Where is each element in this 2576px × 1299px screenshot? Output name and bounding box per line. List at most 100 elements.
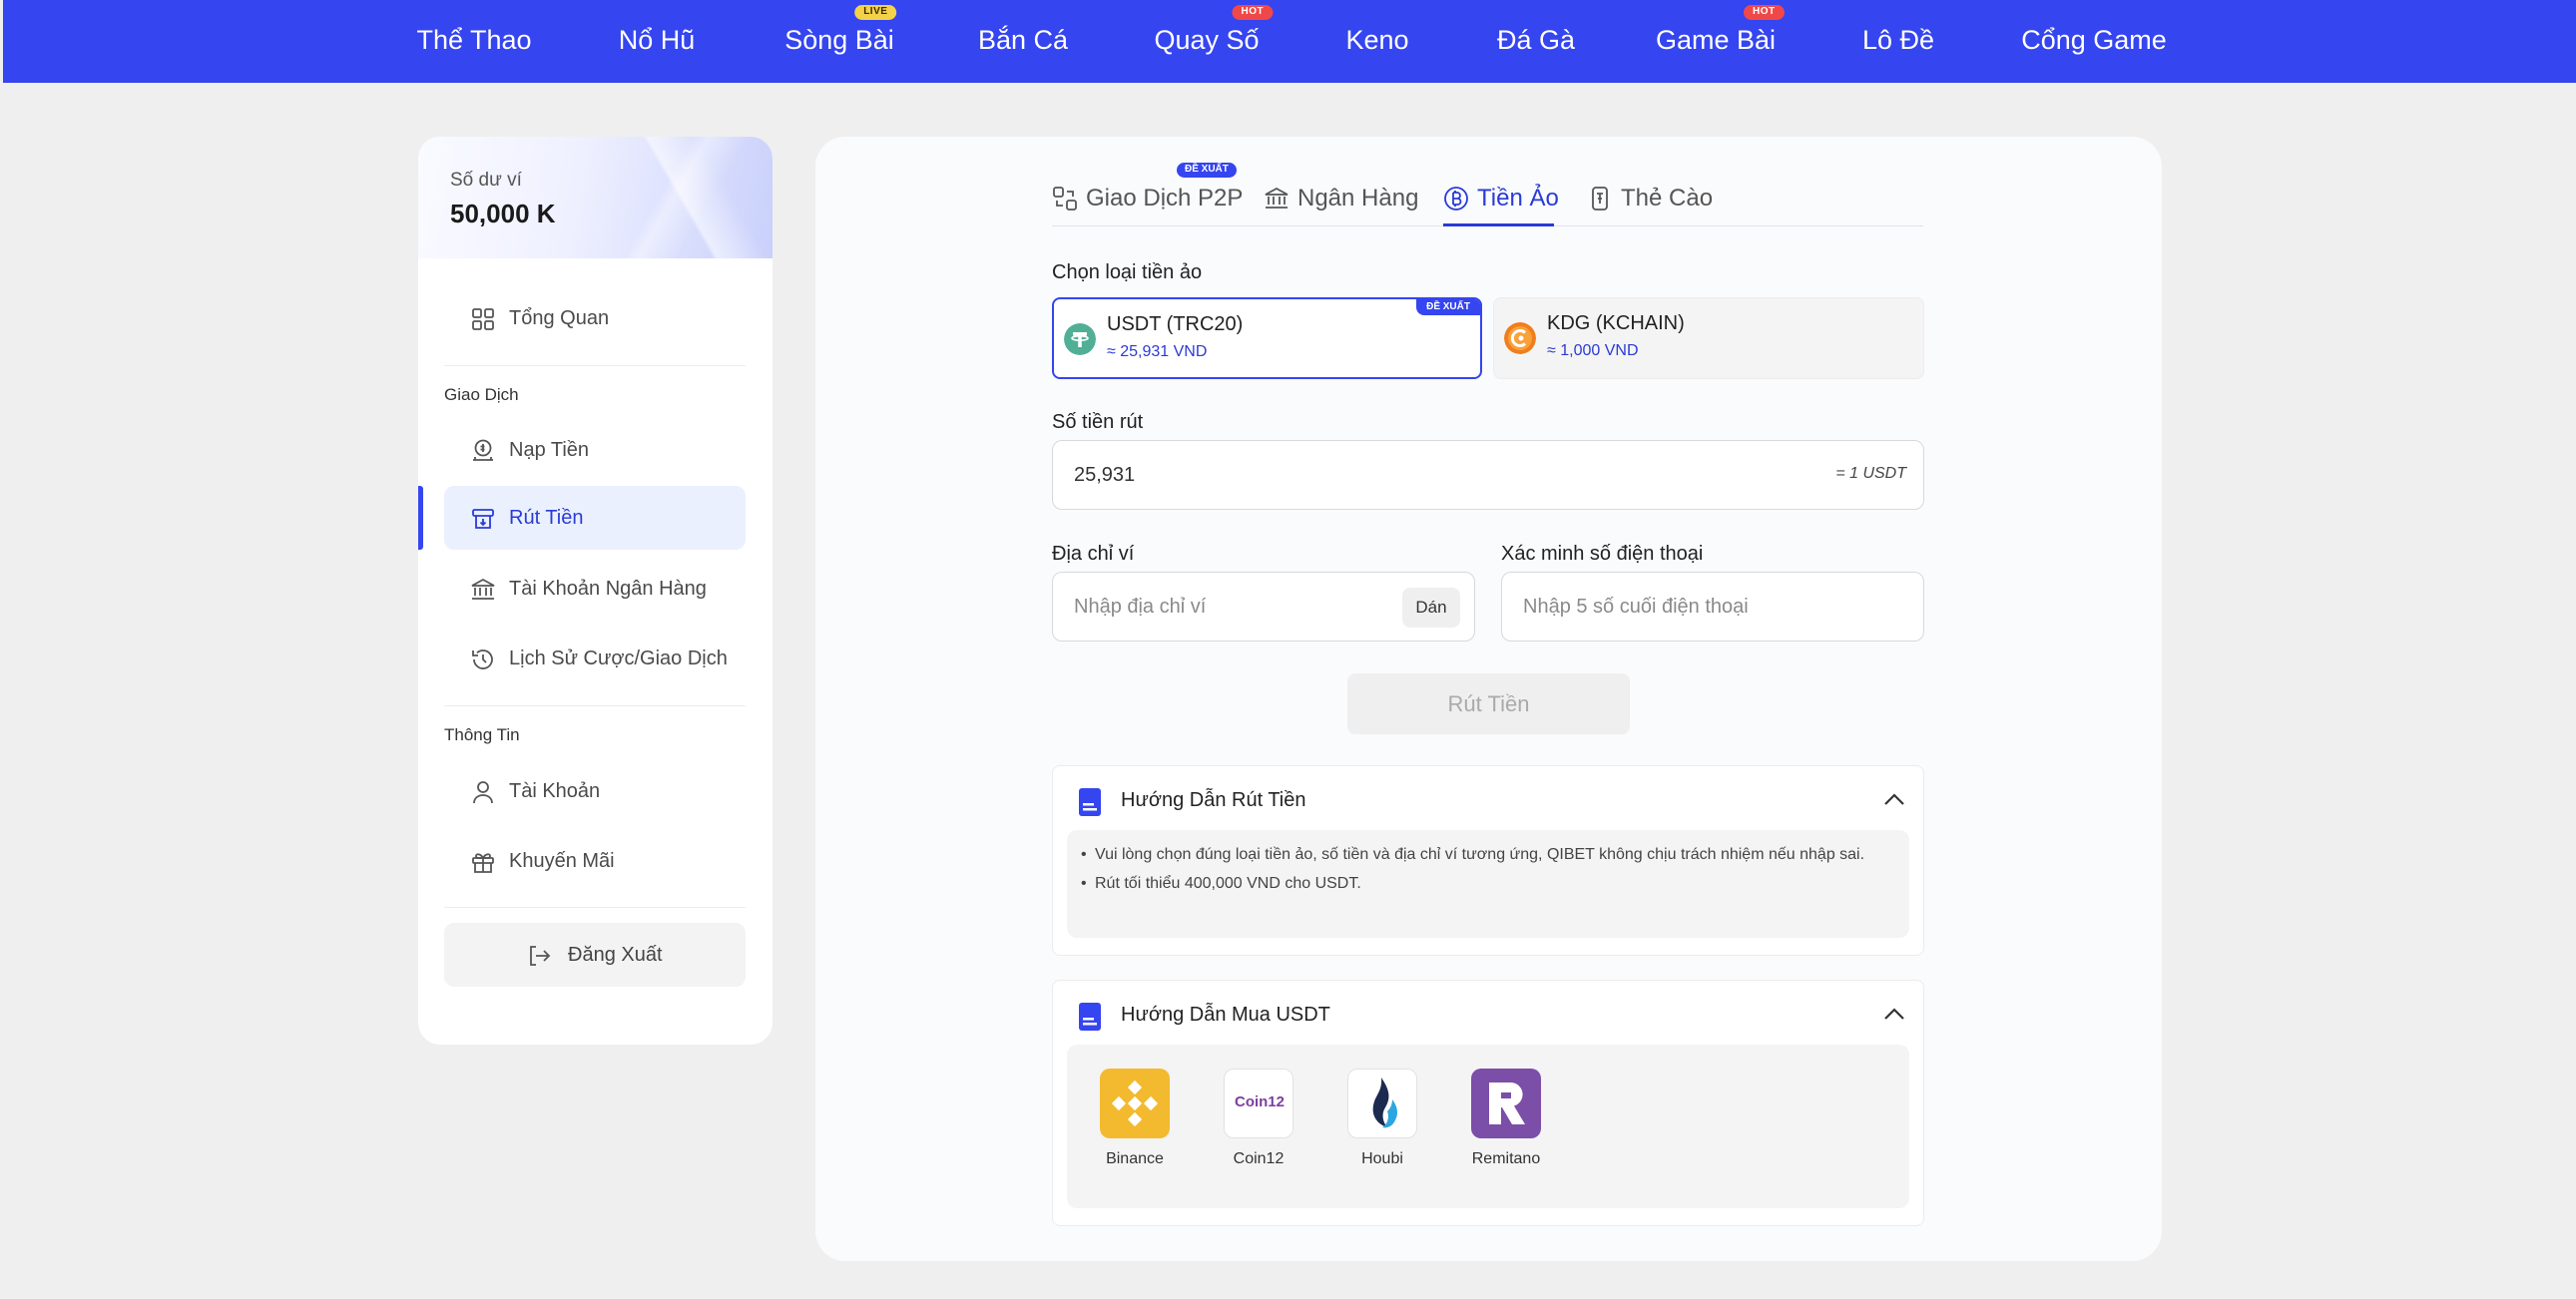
amount-unit-hint: = 1 USDT <box>1835 465 1906 482</box>
document-icon <box>1079 788 1101 816</box>
nav-label: Quay Số <box>1154 25 1260 55</box>
remitano-logo-icon <box>1471 1069 1541 1138</box>
tab-bank[interactable]: Ngân Hàng <box>1264 183 1423 226</box>
withdraw-panel: Giao Dịch P2P ĐỀ XUẤT Ngân Hàng Tiền Ảo … <box>815 137 2162 1261</box>
kdg-icon <box>1504 322 1536 354</box>
exchange-binance[interactable]: Binance <box>1095 1069 1175 1168</box>
chevron-up-icon[interactable] <box>1883 792 1905 806</box>
sidebar-item-label: Khuyến Mãi <box>509 850 615 872</box>
exchange-remitano[interactable]: Remitano <box>1466 1069 1546 1168</box>
tab-p2p[interactable]: Giao Dịch P2P <box>1052 183 1243 226</box>
divider <box>444 705 746 706</box>
exchange-houbi[interactable]: Houbi <box>1342 1069 1422 1168</box>
nav-label: Sòng Bài <box>784 25 894 55</box>
amount-label: Số tiền rút <box>1052 411 1144 433</box>
nav-item-da-ga[interactable]: Đá Gà <box>1497 0 1575 83</box>
nav-label: Lô Đề <box>1861 25 1935 55</box>
nav-item-lo-de[interactable]: Lô Đề <box>1862 0 1934 83</box>
nav-item-ban-ca[interactable]: Bắn Cá <box>978 0 1068 83</box>
balance-card-decoration <box>593 137 773 258</box>
coin-deposit-icon <box>473 439 493 461</box>
p2p-exchange-icon <box>1053 187 1077 211</box>
logout-label: Đăng Xuất <box>568 944 663 966</box>
wallet-balance-card: Số dư ví 50,000 K <box>418 137 773 258</box>
document-icon <box>1079 1003 1101 1031</box>
tab-label: Tiền Ảo <box>1477 185 1559 212</box>
bank-icon <box>471 578 495 600</box>
sidebar-item-label: Lịch Sử Cược/Giao Dịch <box>509 648 728 669</box>
user-icon <box>473 781 493 804</box>
exchange-name: Remitano <box>1471 1150 1541 1167</box>
coin-rate: ≈ 1,000 VND <box>1547 342 1639 359</box>
exchange-name: Binance <box>1106 1150 1164 1167</box>
exchange-name: Houbi <box>1361 1150 1403 1167</box>
divider <box>444 907 746 908</box>
nav-label: Keno <box>1345 25 1409 55</box>
scratch-card-icon <box>1592 187 1608 211</box>
sidebar-item-bank-account[interactable]: Tài Khoản Ngân Hàng <box>444 557 746 621</box>
exchange-list: Binance Coin12 Coin12 Houbi Remitano <box>1067 1045 1909 1208</box>
section-title-info: Thông Tin <box>444 725 520 744</box>
balance-value: 50,000 K <box>450 199 556 228</box>
gift-icon <box>472 853 494 873</box>
active-indicator <box>418 486 423 550</box>
buy-usdt-guide-title: Hướng Dẫn Mua USDT <box>1121 1004 1330 1026</box>
nav-item-game-bai[interactable]: Game Bài HOT <box>1656 0 1785 83</box>
coin-name: USDT (TRC20) <box>1107 313 1244 335</box>
sidebar-item-label: Rút Tiền <box>509 507 584 529</box>
sidebar-item-deposit[interactable]: Nạp Tiền <box>444 418 746 482</box>
nav-label: Nổ Hũ <box>618 25 696 55</box>
bank-icon <box>1265 187 1288 209</box>
balance-label: Số dư ví <box>450 170 522 191</box>
buy-usdt-guide-panel: Hướng Dẫn Mua USDT Binance Coin12 Coin12… <box>1052 980 1924 1226</box>
recommended-badge: ĐỀ XUẤT <box>1177 163 1237 178</box>
live-badge: LIVE <box>854 5 897 20</box>
coin-option-usdt[interactable]: USDT (TRC20) ≈ 25,931 VND ĐỀ XUẤT <box>1052 297 1482 379</box>
sidebar-item-history[interactable]: Lịch Sử Cược/Giao Dịch <box>444 627 746 690</box>
tab-label: Thẻ Cào <box>1621 185 1714 212</box>
sidebar-item-withdraw[interactable]: Rút Tiền <box>444 486 746 550</box>
sidebar-item-overview[interactable]: Tổng Quan <box>444 286 746 350</box>
withdraw-guide-body: Vui lòng chọn đúng loại tiền ảo, số tiền… <box>1067 830 1909 938</box>
divider <box>444 365 746 366</box>
nav-item-cong-game[interactable]: Cổng Game <box>2021 0 2167 83</box>
sidebar-item-label: Tài Khoản Ngân Hàng <box>509 578 707 600</box>
phone-field <box>1501 572 1924 642</box>
coin-rate: ≈ 25,931 VND <box>1107 343 1208 360</box>
logout-button[interactable]: Đăng Xuất <box>444 923 746 987</box>
sidebar-item-label: Tổng Quan <box>509 307 610 329</box>
withdraw-submit-button[interactable]: Rút Tiền <box>1347 673 1630 734</box>
nav-item-song-bai[interactable]: Sòng Bài LIVE <box>784 0 897 83</box>
withdraw-icon <box>472 509 494 529</box>
withdraw-guide-title: Hướng Dẫn Rút Tiền <box>1121 789 1306 811</box>
phone-label: Xác minh số điện thoại <box>1501 543 1704 565</box>
exchange-coin12[interactable]: Coin12 Coin12 <box>1219 1069 1298 1168</box>
paste-button[interactable]: Dán <box>1402 588 1460 628</box>
coin12-logo-text: Coin12 <box>1234 1093 1285 1110</box>
wallet-field: Dán <box>1052 572 1475 642</box>
chevron-up-icon[interactable] <box>1883 1007 1905 1021</box>
guide-item: Vui lòng chọn đúng loại tiền ảo, số tiền… <box>1067 842 1869 867</box>
sidebar-item-promotions[interactable]: Khuyến Mãi <box>444 829 746 893</box>
nav-item-keno[interactable]: Keno <box>1345 0 1408 83</box>
phone-verify-input[interactable] <box>1502 573 1923 641</box>
tab-scratch-card[interactable]: Thẻ Cào <box>1587 183 1717 226</box>
coin-name: KDG (KCHAIN) <box>1547 312 1685 334</box>
amount-input[interactable] <box>1053 441 1923 509</box>
guide-item: Rút tối thiểu 400,000 VND cho USDT. <box>1067 871 1869 896</box>
nav-item-quay-so[interactable]: Quay Số HOT <box>1154 0 1274 83</box>
usdt-icon <box>1064 323 1096 355</box>
coin-option-kdg[interactable]: KDG (KCHAIN) ≈ 1,000 VND <box>1493 297 1924 379</box>
nav-item-no-hu[interactable]: Nổ Hũ <box>619 0 696 83</box>
sidebar-item-account[interactable]: Tài Khoản <box>444 759 746 823</box>
coin-type-label: Chọn loại tiền ảo <box>1052 261 1203 283</box>
hot-badge: HOT <box>1232 5 1274 20</box>
nav-item-the-thao[interactable]: Thể Thao <box>416 0 531 83</box>
nav-label: Bắn Cá <box>977 25 1069 55</box>
section-title-transactions: Giao Dịch <box>444 385 519 404</box>
logout-icon <box>530 946 551 966</box>
tab-crypto[interactable]: Tiền Ảo <box>1443 183 1563 226</box>
top-navigation: Thể Thao Nổ Hũ Sòng Bài LIVE Bắn Cá Quay… <box>3 0 2576 83</box>
recommended-badge: ĐỀ XUẤT <box>1416 299 1480 315</box>
bitcoin-icon <box>1444 187 1468 211</box>
